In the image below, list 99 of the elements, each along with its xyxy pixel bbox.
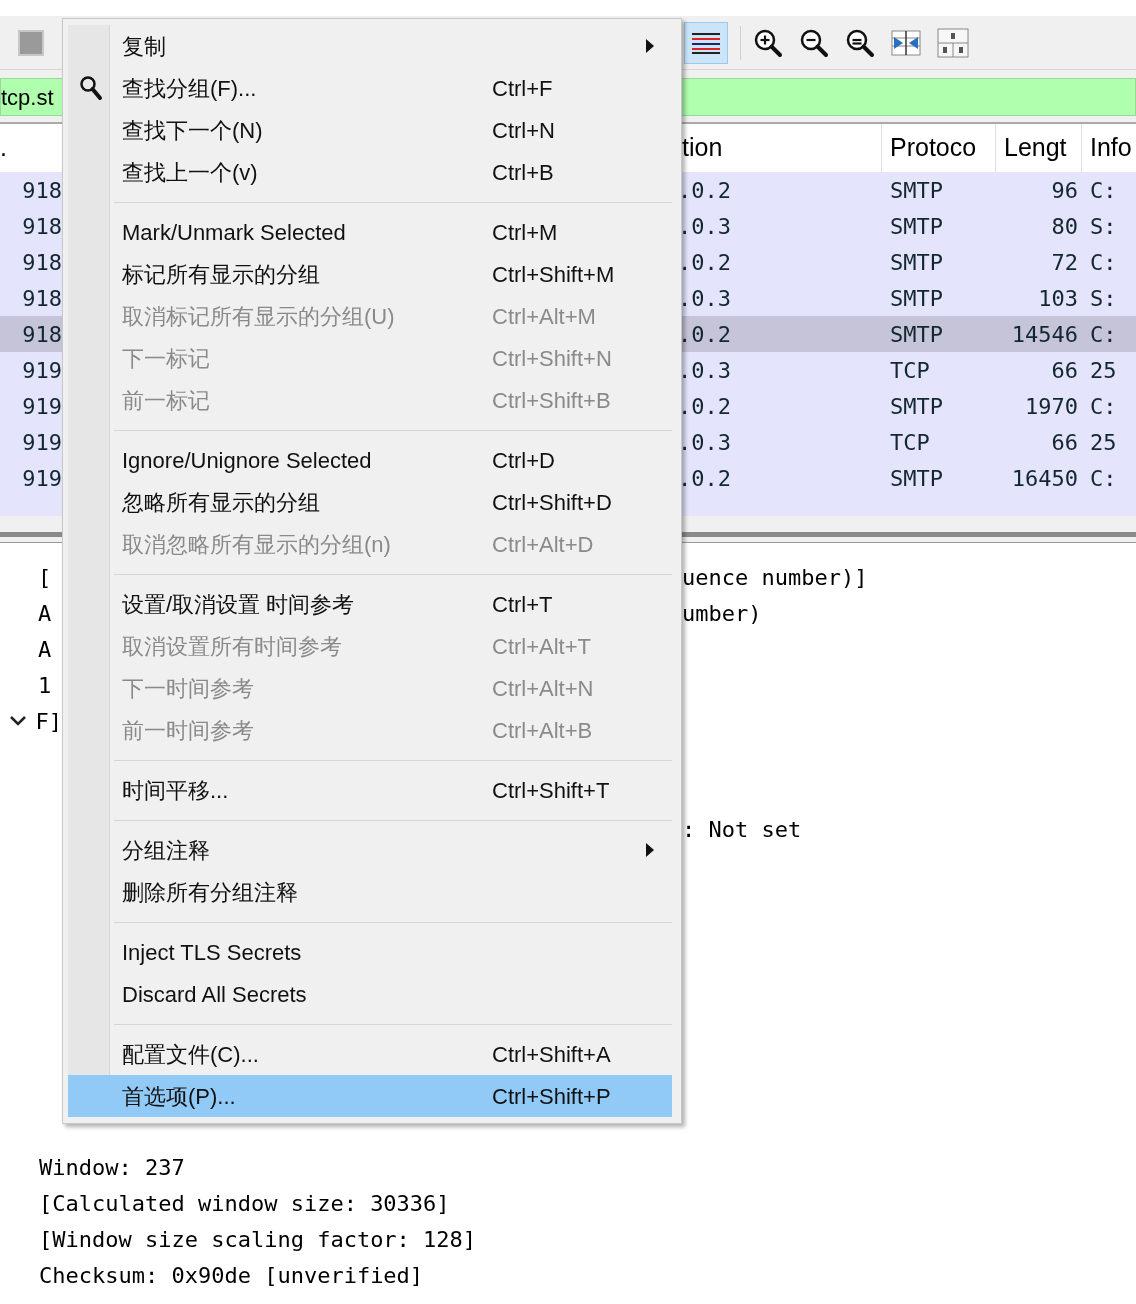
menu-item-shortcut: Ctrl+Shift+B	[492, 386, 611, 415]
table-cell: C:	[1090, 393, 1117, 419]
table-cell-text: 918	[22, 284, 62, 313]
menu-item-shortcut: Ctrl+Alt+B	[492, 716, 593, 745]
table-cell-text: 103	[1038, 284, 1078, 313]
detail-text: [	[38, 563, 52, 592]
menu-item-shortcut: Ctrl+Shift+A	[492, 1040, 611, 1069]
table-cell: C:	[1090, 465, 1117, 491]
menu-item-shortcut: Ctrl+M	[492, 218, 558, 247]
table-cell: .0.2	[678, 465, 731, 491]
menu-item-shortcut: Ctrl+Shift+M	[492, 260, 615, 289]
detail-text: : Not set	[682, 815, 802, 844]
detail-text: F]	[35, 707, 62, 736]
menu-item-label: 标记所有显示的分组	[122, 260, 320, 289]
menu-item-label: 取消设置所有时间参考	[122, 632, 342, 661]
table-cell: C:	[1090, 177, 1117, 203]
table-cell: SMTP	[890, 213, 943, 239]
menu-item-shortcut: Ctrl+N	[492, 116, 555, 145]
menu-item-shortcut: Ctrl+D	[492, 446, 555, 475]
menu-item-label: 下一标记	[122, 344, 210, 373]
menu-item-label: 忽略所有显示的分组	[122, 488, 320, 517]
table-cell-text: 16450	[1011, 464, 1078, 493]
menu-item-label: Ignore/Unignore Selected	[122, 446, 372, 475]
detail-text: uence number)]	[682, 563, 868, 592]
table-cell: SMTP	[890, 393, 943, 419]
table-cell-text: 66	[1051, 428, 1078, 457]
detail-text: A	[38, 635, 52, 664]
table-cell: C:	[1090, 249, 1117, 275]
detail-text: 1	[38, 671, 52, 700]
detail-text: [Window size scaling factor: 128]	[39, 1225, 477, 1254]
detail-text: Checksum: 0x90de [unverified]	[39, 1261, 424, 1290]
menu-item-label: Inject TLS Secrets	[122, 938, 302, 967]
menu-item-shortcut: Ctrl+T	[492, 590, 553, 619]
table-cell: 25	[1090, 429, 1117, 455]
menu-item-shortcut: Ctrl+F	[492, 74, 553, 103]
menu-item-label: 分组注释	[122, 836, 210, 865]
table-cell-text: 66	[1051, 356, 1078, 385]
table-cell: TCP	[890, 429, 930, 455]
menu-item-shortcut: Ctrl+Alt+D	[492, 530, 594, 559]
table-cell: .0.3	[678, 285, 731, 311]
table-cell-text: 919	[22, 428, 62, 457]
menu-item-label: 查找下一个(N)	[122, 116, 263, 145]
table-cell-text: 96	[1051, 176, 1078, 205]
menu-item-shortcut: Ctrl+Alt+N	[492, 674, 594, 703]
table-cell-text: 919	[22, 392, 62, 421]
table-cell-text: 80	[1051, 212, 1078, 241]
menu-item-label: 设置/取消设置 时间参考	[122, 590, 355, 619]
menu-item-shortcut: Ctrl+Shift+P	[492, 1082, 611, 1111]
table-cell: SMTP	[890, 249, 943, 275]
table-cell-text: 918	[22, 320, 62, 349]
table-cell-text: 1970	[1025, 392, 1078, 421]
table-cell: C:	[1090, 321, 1117, 347]
menu-item-shortcut: Ctrl+Shift+N	[492, 344, 612, 373]
table-cell-text: 918	[22, 176, 62, 205]
menu-item-label: 复制	[122, 32, 166, 61]
menu-item-label: 前一时间参考	[122, 716, 254, 745]
table-cell: TCP	[890, 357, 930, 383]
menu-item-label: 查找分组(F)...	[122, 74, 257, 103]
menu-item-label: 前一标记	[122, 386, 210, 415]
menu-item-label: Mark/Unmark Selected	[122, 218, 346, 247]
detail-text: Window: 237	[39, 1153, 185, 1182]
detail-text: A	[38, 599, 52, 628]
menu-item-shortcut: Ctrl+Shift+T	[492, 776, 610, 805]
table-cell: 25	[1090, 357, 1117, 383]
table-cell: S:	[1090, 285, 1117, 311]
detail-text: [Calculated window size: 30336]	[39, 1189, 450, 1218]
table-cell: SMTP	[890, 177, 943, 203]
menu-item-shortcut: Ctrl+Shift+D	[492, 488, 612, 517]
table-cell: .0.3	[678, 213, 731, 239]
table-cell-text: 919	[22, 356, 62, 385]
table-cell: .0.2	[678, 321, 731, 347]
filter-text: tcp.st	[1, 83, 54, 112]
menu-item-label: 时间平移...	[122, 776, 229, 805]
table-cell: S:	[1090, 213, 1117, 239]
menu-item-label: 配置文件(C)...	[122, 1040, 259, 1069]
table-cell-text: 72	[1051, 248, 1078, 277]
table-cell: .0.2	[678, 249, 731, 275]
table-cell: .0.3	[678, 357, 731, 383]
menu-item-shortcut: Ctrl+Alt+T	[492, 632, 592, 661]
table-cell: .0.3	[678, 429, 731, 455]
table-cell-text: 918	[22, 248, 62, 277]
table-cell: SMTP	[890, 285, 943, 311]
table-cell-text: 918	[22, 212, 62, 241]
table-cell-text: 919	[22, 464, 62, 493]
table-cell: .0.2	[678, 177, 731, 203]
table-cell: .0.2	[678, 393, 731, 419]
menu-item-label: 首选项(P)...	[122, 1082, 236, 1111]
menu-item-label: 取消忽略所有显示的分组(n)	[122, 530, 391, 559]
table-cell-text: 14546	[1011, 320, 1078, 349]
menu-item-label: Discard All Secrets	[122, 980, 307, 1009]
menu-item-label: 下一时间参考	[122, 674, 254, 703]
menu-item-shortcut: Ctrl+Alt+M	[492, 302, 596, 331]
menu-item-shortcut: Ctrl+B	[492, 158, 554, 187]
detail-text: umber)	[682, 599, 762, 628]
menu-item-label: 取消标记所有显示的分组(U)	[122, 302, 395, 331]
table-cell: SMTP	[890, 465, 943, 491]
menu-item-label: 删除所有分组注释	[122, 878, 298, 907]
table-cell: SMTP	[890, 321, 943, 347]
menu-item-label: 查找上一个(v)	[122, 158, 258, 187]
